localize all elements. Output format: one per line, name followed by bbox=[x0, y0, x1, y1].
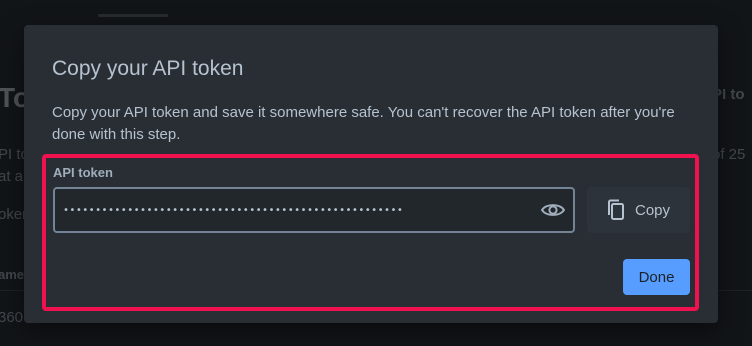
done-button[interactable]: Done bbox=[623, 259, 690, 295]
dialog-description: Copy your API token and save it somewher… bbox=[52, 104, 675, 143]
done-button-label: Done bbox=[638, 268, 675, 286]
copy-icon bbox=[607, 199, 624, 220]
api-token-input[interactable]: ••••••••••••••••••••••••••••••••••••••••… bbox=[55, 189, 533, 231]
dialog-title: Copy your API token bbox=[52, 57, 244, 80]
copy-button-label: Copy bbox=[634, 201, 671, 219]
eye-icon bbox=[541, 204, 565, 216]
copy-button[interactable]: Copy bbox=[587, 187, 690, 233]
api-token-field[interactable]: ••••••••••••••••••••••••••••••••••••••••… bbox=[53, 187, 575, 233]
api-token-dialog: Copy your API token Copy your API token … bbox=[24, 25, 718, 323]
api-token-label: API token bbox=[53, 165, 113, 180]
reveal-token-button[interactable] bbox=[533, 189, 573, 231]
